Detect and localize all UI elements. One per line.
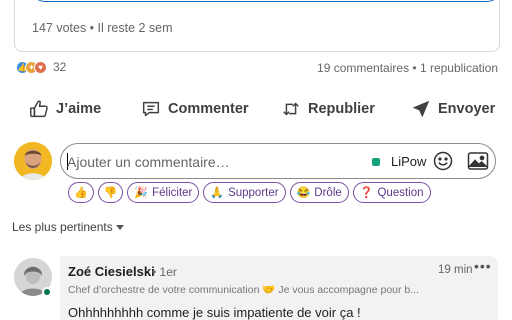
love-icon: ♥ bbox=[34, 60, 47, 74]
emoji-icon[interactable] bbox=[433, 151, 453, 171]
thumbs-up-icon bbox=[30, 100, 48, 118]
send-button[interactable]: Envoyer bbox=[410, 98, 495, 120]
caret-down-icon bbox=[115, 225, 124, 230]
current-user-avatar[interactable] bbox=[14, 142, 52, 180]
reaction-count: 32 bbox=[53, 60, 67, 74]
question-icon: ❓ bbox=[359, 187, 374, 199]
image-icon[interactable] bbox=[467, 151, 489, 171]
repost-button[interactable]: Republier bbox=[280, 98, 375, 120]
repost-label: Republier bbox=[308, 101, 375, 117]
comment-input[interactable] bbox=[67, 152, 357, 172]
thumbs-down-emoji-icon: 👎 bbox=[103, 187, 118, 199]
chip-funny[interactable]: 😂 Drôle bbox=[289, 182, 349, 203]
chip-thumbs-down[interactable]: 👎 bbox=[97, 182, 124, 203]
action-bar: J’aime Commenter Republier Envoyer bbox=[0, 94, 512, 126]
comment-text: Ohhhhhhhhh comme je suis impatiente de v… bbox=[68, 305, 361, 320]
like-label: J’aime bbox=[56, 101, 102, 117]
chip-celebrate-label: Féliciter bbox=[152, 186, 193, 199]
like-button[interactable]: J’aime bbox=[28, 98, 101, 120]
account-label[interactable]: LiPow bbox=[391, 154, 426, 169]
sort-label: Les plus pertinents bbox=[12, 220, 113, 234]
poll-meta: 147 votes • Il reste 2 sem bbox=[32, 21, 173, 35]
reactions-summary[interactable]: 👍 ✦ ♥ 32 bbox=[16, 60, 66, 74]
comment-time: 19 min bbox=[438, 264, 473, 276]
online-status-icon bbox=[42, 287, 52, 297]
sort-dropdown[interactable]: Les plus pertinents bbox=[12, 220, 124, 234]
support-hands-icon: 🙏 bbox=[210, 187, 225, 199]
status-dot bbox=[372, 158, 380, 166]
quick-reactions: 👍 👎 🎉 Féliciter 🙏 Supporter 😂 Drôle ❓ Questi… bbox=[68, 182, 431, 203]
comment-label: Commenter bbox=[168, 101, 249, 117]
chip-thumbs-up[interactable]: 👍 bbox=[68, 182, 94, 203]
connection-degree: • 1er bbox=[152, 265, 177, 279]
comment-box[interactable]: LiPow bbox=[60, 143, 496, 179]
chip-question-label: Question bbox=[377, 186, 424, 199]
chip-celebrate[interactable]: 🎉 Féliciter bbox=[127, 182, 200, 203]
comment-card: Zoé Ciesielski • 1er 19 min ••• Chef d’o… bbox=[60, 256, 498, 320]
more-options-icon[interactable]: ••• bbox=[474, 258, 492, 274]
comment-button[interactable]: Commenter bbox=[140, 98, 249, 120]
chip-question[interactable]: ❓ Question bbox=[352, 182, 431, 203]
celebrate-icon: 🎉 bbox=[134, 187, 149, 199]
comment-author[interactable]: Zoé Ciesielski bbox=[68, 264, 155, 279]
laughing-icon: 😂 bbox=[296, 187, 311, 199]
comment-icon bbox=[142, 101, 160, 117]
chip-funny-label: Drôle bbox=[314, 186, 342, 199]
repost-icon bbox=[283, 102, 299, 116]
author-headline: Chef d’orchestre de votre communication … bbox=[68, 284, 420, 296]
comments-reposts-count[interactable]: 19 commentaires • 1 republication bbox=[317, 61, 498, 75]
chip-support-label: Supporter bbox=[228, 186, 279, 199]
send-icon bbox=[412, 100, 430, 118]
thumbs-up-emoji-icon: 👍 bbox=[74, 187, 88, 199]
chip-support[interactable]: 🙏 Supporter bbox=[203, 182, 286, 203]
send-label: Envoyer bbox=[438, 101, 496, 117]
poll-option[interactable] bbox=[31, 0, 501, 2]
